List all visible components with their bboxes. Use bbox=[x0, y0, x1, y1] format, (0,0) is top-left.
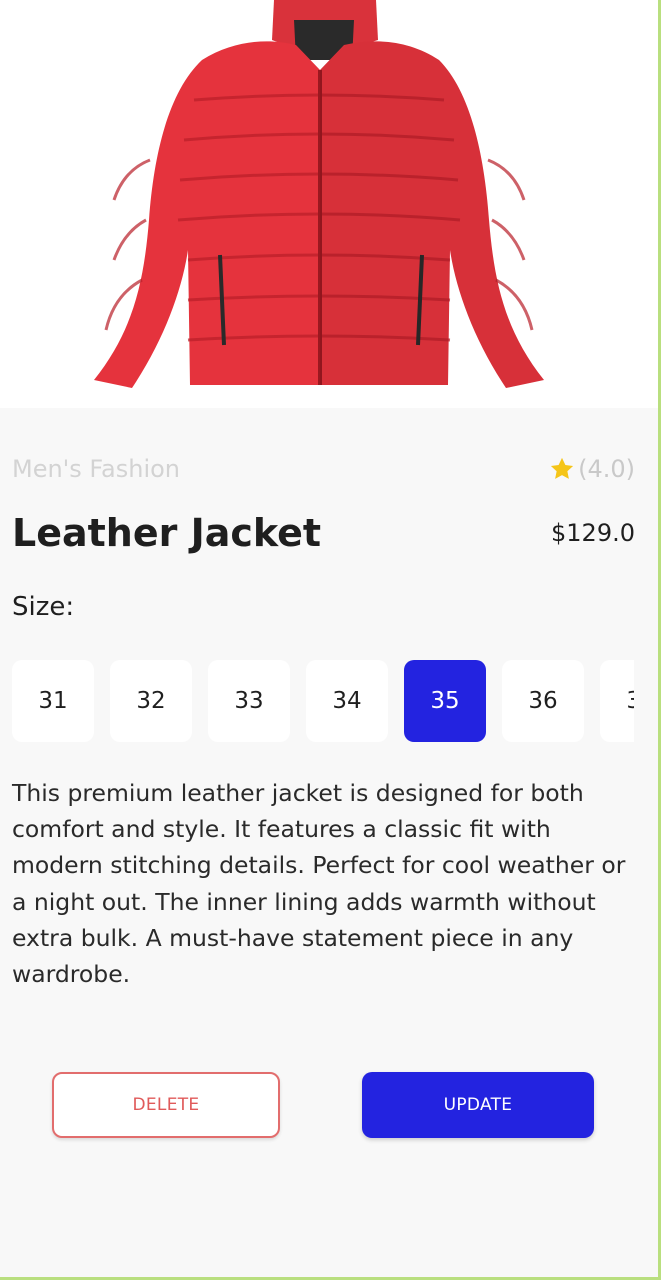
size-label: Size: bbox=[12, 592, 75, 622]
product-image bbox=[94, 0, 544, 388]
size-option-selected[interactable]: 35 bbox=[404, 660, 486, 742]
size-option[interactable]: 33 bbox=[208, 660, 290, 742]
product-description: This premium leather jacket is designed … bbox=[12, 779, 626, 989]
product-rating: (4.0) bbox=[548, 455, 635, 483]
star-icon bbox=[551, 457, 574, 479]
size-option[interactable]: 31 bbox=[12, 660, 94, 742]
rating-value: (4.0) bbox=[578, 455, 635, 483]
size-option[interactable]: 34 bbox=[306, 660, 388, 742]
product-category: Men's Fashion bbox=[12, 455, 180, 483]
product-image-area bbox=[0, 0, 658, 408]
product-price: $129.0 bbox=[551, 519, 635, 547]
delete-button[interactable]: DELETE bbox=[52, 1072, 280, 1138]
update-button[interactable]: UPDATE bbox=[362, 1072, 594, 1138]
size-option[interactable]: 37 bbox=[600, 660, 634, 742]
size-selector: 31323334353637 bbox=[12, 660, 634, 742]
size-option[interactable]: 32 bbox=[110, 660, 192, 742]
product-title: Leather Jacket bbox=[12, 511, 322, 555]
size-option[interactable]: 36 bbox=[502, 660, 584, 742]
